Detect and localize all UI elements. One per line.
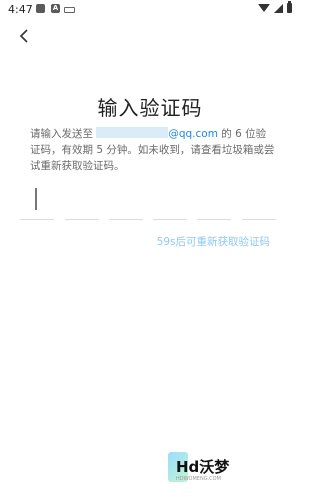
wifi-icon (258, 4, 270, 12)
description: 请输入发送至 @qq.com 的 6 位验证码，有效期 5 分钟。如未收到，请查… (30, 126, 275, 174)
code-input-1[interactable] (20, 185, 54, 220)
email-domain: @qq.com (168, 128, 218, 140)
code-input-4[interactable] (153, 185, 187, 220)
status-bar: 4:47 A (0, 0, 300, 20)
watermark: Hd沃梦 HDWOMENG.COM (168, 452, 244, 488)
description-prefix: 请输入发送至 (30, 128, 97, 140)
resend-code-link[interactable]: 59s后可重新获取验证码 (157, 234, 270, 249)
code-input-6[interactable] (242, 185, 276, 220)
code-input-row (20, 185, 280, 221)
page-title: 输入验证码 (97, 96, 203, 120)
status-time: 4:47 (8, 3, 33, 16)
watermark-subtext: HDWOMENG.COM (176, 476, 221, 482)
chevron-left-icon (19, 29, 28, 43)
card-icon (64, 7, 75, 13)
battery-icon (287, 1, 292, 13)
text-caret (35, 188, 37, 210)
code-input-5[interactable] (197, 185, 231, 220)
signal-icon (274, 3, 283, 13)
code-input-2[interactable] (65, 185, 99, 220)
a-icon: A (51, 4, 60, 13)
masked-email-prefix (96, 127, 169, 138)
system-icons (258, 1, 292, 13)
back-button[interactable] (12, 24, 36, 48)
gallery-icon (36, 4, 45, 13)
code-input-3[interactable] (109, 185, 143, 220)
watermark-text: Hd沃梦 (176, 458, 230, 476)
